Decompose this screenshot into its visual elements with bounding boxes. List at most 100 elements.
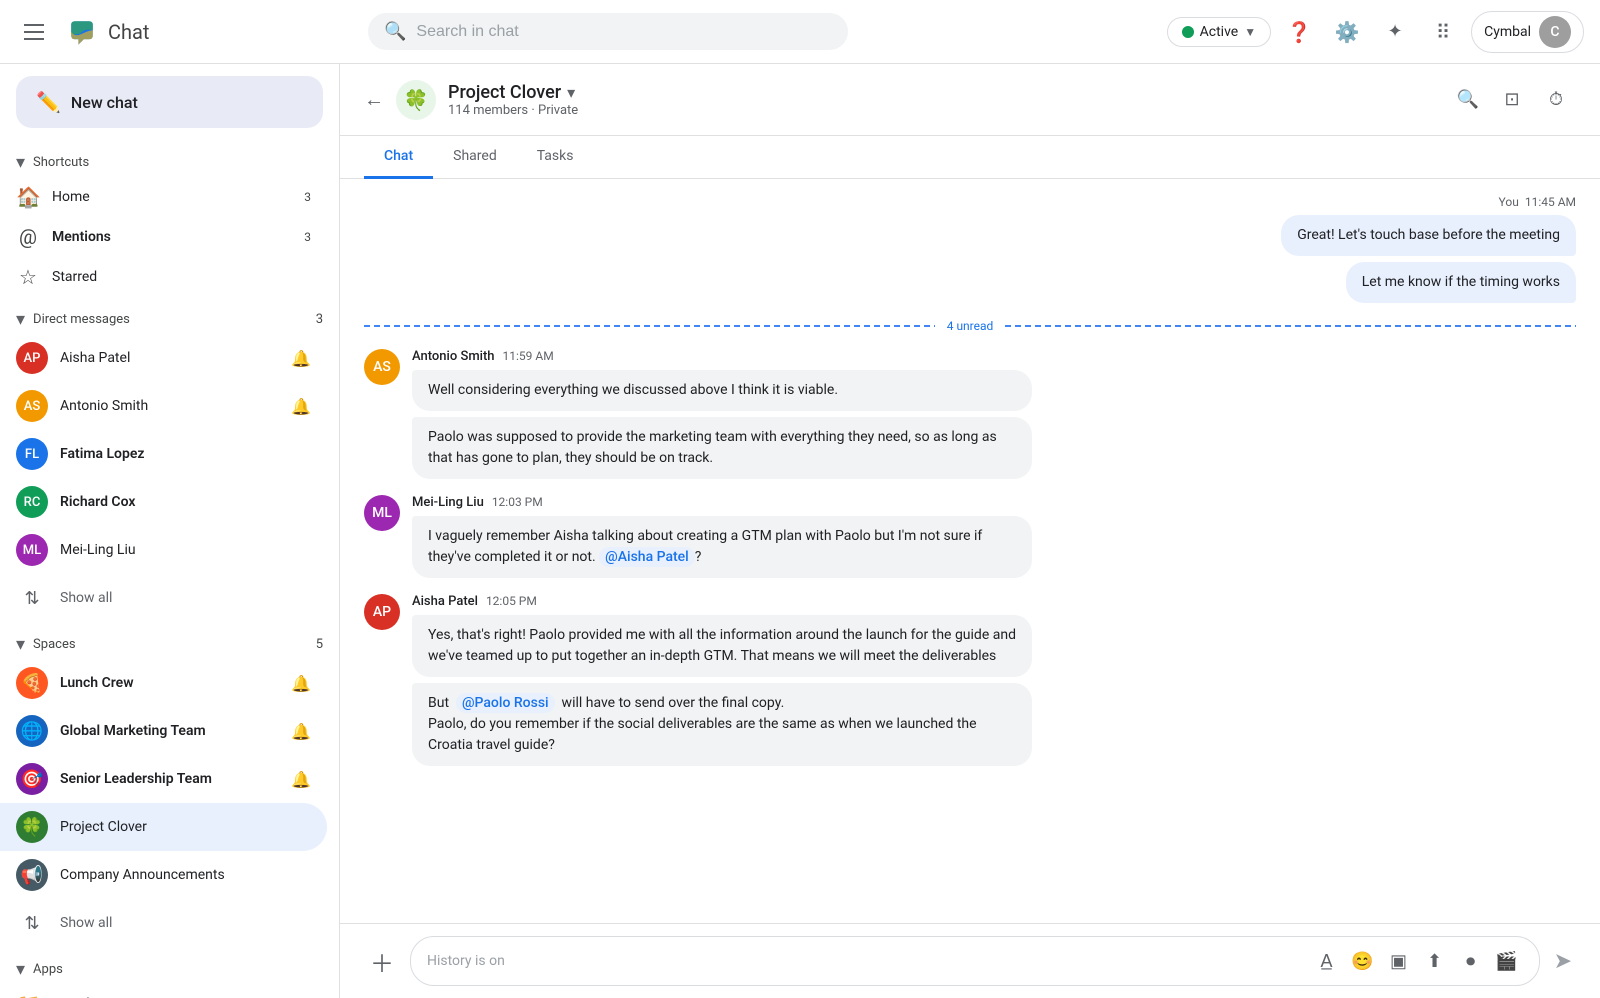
msg-out-time: 11:45 AM: [1525, 195, 1576, 209]
tab-tasks[interactable]: Tasks: [517, 136, 594, 179]
sidebar-item-lunch-crew[interactable]: 🍕 Lunch Crew 🔔: [0, 659, 327, 707]
msg-in-aisha: AP Aisha Patel 12:05 PM Yes, that's righ…: [364, 594, 1576, 766]
sidebar-item-starred[interactable]: ☆ Starred: [0, 257, 327, 297]
sidebar-item-aisha-patel[interactable]: AP Aisha Patel 🔔: [0, 334, 327, 382]
show-all-spaces-button[interactable]: ⇅ Show all: [0, 899, 327, 947]
dm-section-header[interactable]: ▾ Direct messages 3: [0, 297, 339, 334]
upload-icon[interactable]: ⬆: [1419, 945, 1451, 977]
chat-title: Project Clover: [448, 82, 561, 103]
star-icon: ☆: [16, 265, 40, 289]
input-placeholder: History is on: [427, 953, 1303, 969]
antonio-bubble-2: Paolo was supposed to provide the market…: [412, 417, 1032, 479]
chat-tasks-button[interactable]: ⏱: [1536, 80, 1576, 120]
record-icon[interactable]: ⏺: [1455, 945, 1487, 977]
avatar-richard: RC: [16, 486, 48, 518]
home-badge: 3: [304, 190, 311, 204]
chat-title-row: Project Clover ▾: [448, 82, 1436, 103]
attach-icon[interactable]: ▣: [1383, 945, 1415, 977]
global-marketing-label: Global Marketing Team: [60, 723, 279, 739]
msg-in-antonio: AS Antonio Smith 11:59 AM Well consideri…: [364, 349, 1576, 479]
spaces-label: Spaces: [33, 637, 76, 652]
chat-header-icon: 🍀: [396, 80, 436, 120]
chat-subtitle: 114 members · Private: [448, 103, 1436, 118]
apps-label: Apps: [33, 962, 63, 977]
aisha-bubble-1: Yes, that's right! Paolo provided me wit…: [412, 615, 1032, 677]
show-all-dm-icon: ⇅: [16, 582, 48, 614]
video-icon[interactable]: 🎬: [1491, 945, 1523, 977]
starred-label: Starred: [52, 269, 311, 285]
home-icon: 🏠: [16, 185, 40, 209]
home-label: Home: [52, 189, 292, 205]
show-all-spaces-label: Show all: [60, 915, 311, 931]
search-input[interactable]: [416, 23, 832, 41]
show-all-dm-button[interactable]: ⇅ Show all: [0, 574, 327, 622]
chat-title-chevron-icon[interactable]: ▾: [567, 83, 575, 102]
sidebar-item-company-announcements[interactable]: 📢 Company Announcements: [0, 851, 327, 899]
hamburger-menu[interactable]: [16, 16, 52, 48]
msg-in-meiling: ML Mei-Ling Liu 12:03 PM I vaguely remem…: [364, 495, 1576, 578]
messages-list: You 11:45 AM Great! Let's touch base bef…: [340, 179, 1600, 923]
sidebar-item-home[interactable]: 🏠 Home 3: [0, 177, 327, 217]
avatar-antonio-msg: AS: [364, 349, 400, 385]
sidebar-item-antonio-smith[interactable]: AS Antonio Smith 🔔: [0, 382, 327, 430]
active-status-button[interactable]: Active ▼: [1167, 17, 1271, 47]
mentions-icon: @: [16, 225, 40, 249]
chat-panel-button[interactable]: ⊡: [1492, 80, 1532, 120]
new-chat-button[interactable]: ✏️ New chat: [16, 76, 323, 128]
sidebar-item-google-drive[interactable]: 📁 Google Drive: [0, 984, 327, 998]
fatima-label: Fatima Lopez: [60, 446, 311, 462]
apps-grid-button[interactable]: ⠿: [1423, 12, 1463, 52]
help-button[interactable]: ❓: [1279, 12, 1319, 52]
chat-area: ← 🍀 Project Clover ▾ 114 members · Priva…: [340, 64, 1600, 998]
bell-icon: 🔔: [291, 770, 311, 789]
input-bar: ＋ History is on A̲ 😊 ▣ ⬆ ⏺ 🎬 ➤: [340, 923, 1600, 998]
account-button[interactable]: Cymbal C: [1471, 11, 1584, 53]
avatar-aisha-msg: AP: [364, 594, 400, 630]
aisha-time: 12:05 PM: [486, 594, 537, 608]
sidebar-item-senior-leadership[interactable]: 🎯 Senior Leadership Team 🔔: [0, 755, 327, 803]
aisha-label: Aisha Patel: [60, 350, 279, 366]
antonio-sender: Antonio Smith: [412, 349, 495, 364]
antonio-time: 11:59 AM: [503, 349, 554, 363]
bubble-touch-base: Great! Let's touch base before the meeti…: [1281, 215, 1576, 256]
show-all-dm-label: Show all: [60, 590, 311, 606]
sidebar-item-project-clover[interactable]: 🍀 Project Clover: [0, 803, 327, 851]
chat-search-button[interactable]: 🔍: [1448, 80, 1488, 120]
sidebar-item-fatima-lopez[interactable]: FL Fatima Lopez: [0, 430, 327, 478]
sidebar-item-mentions[interactable]: @ Mentions 3: [0, 217, 327, 257]
back-button[interactable]: ←: [364, 87, 384, 112]
chat-tabs: Chat Shared Tasks: [340, 136, 1600, 179]
spaces-section-header[interactable]: ▾ Spaces 5: [0, 622, 339, 659]
sidebar-item-meiling-liu[interactable]: ML Mei-Ling Liu: [0, 526, 327, 574]
chevron-down-icon: ▾: [16, 309, 25, 330]
input-actions: A̲ 😊 ▣ ⬆ ⏺ 🎬: [1311, 945, 1523, 977]
company-announcements-icon: 📢: [16, 859, 48, 891]
add-button[interactable]: ＋: [364, 943, 400, 979]
avatar-aisha: AP: [16, 342, 48, 374]
shortcuts-section-header[interactable]: ▾ Shortcuts: [0, 140, 339, 177]
emoji-icon[interactable]: 😊: [1347, 945, 1379, 977]
format-text-icon[interactable]: A̲: [1311, 945, 1343, 977]
settings-button[interactable]: ⚙️: [1327, 12, 1367, 52]
unread-divider: 4 unread: [364, 319, 1576, 333]
chevron-down-icon: ▾: [16, 634, 25, 655]
mention-aisha: @Aisha Patel: [599, 547, 695, 567]
mention-paolo: @Paolo Rossi: [456, 693, 555, 713]
apps-section-header[interactable]: ▾ Apps: [0, 947, 339, 984]
tab-chat[interactable]: Chat: [364, 136, 433, 179]
meiling-label: Mei-Ling Liu: [60, 542, 311, 558]
google-drive-icon: 📁: [16, 992, 41, 998]
send-button[interactable]: ➤: [1550, 945, 1576, 978]
antonio-label: Antonio Smith: [60, 398, 279, 414]
msg-out-sender: You: [1499, 195, 1519, 209]
avatar: C: [1539, 16, 1571, 48]
unread-label: 4 unread: [947, 319, 994, 333]
tab-shared[interactable]: Shared: [433, 136, 517, 179]
gemini-button[interactable]: ✦: [1375, 12, 1415, 52]
antonio-meta: Antonio Smith 11:59 AM: [412, 349, 1576, 364]
sidebar-item-global-marketing[interactable]: 🌐 Global Marketing Team 🔔: [0, 707, 327, 755]
chevron-down-icon: ▼: [1244, 25, 1256, 39]
chat-header: ← 🍀 Project Clover ▾ 114 members · Priva…: [340, 64, 1600, 136]
msg-out-you: You 11:45 AM Great! Let's touch base bef…: [364, 195, 1576, 303]
sidebar-item-richard-cox[interactable]: RC Richard Cox: [0, 478, 327, 526]
